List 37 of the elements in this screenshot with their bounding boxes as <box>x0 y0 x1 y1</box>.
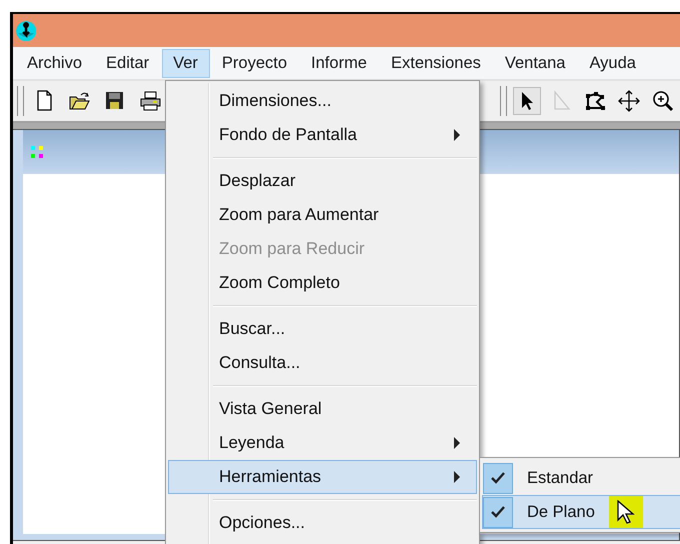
submenu-item[interactable]: De Plano <box>482 495 680 529</box>
submenu-arrow-icon <box>454 129 460 141</box>
move-arrows-icon <box>618 90 640 112</box>
app-logo-icon <box>15 18 37 42</box>
menu-item[interactable]: Opciones... <box>168 506 477 540</box>
checkmark-icon <box>491 472 505 484</box>
mouse-cursor-icon <box>617 500 635 524</box>
menu-item[interactable]: Vista General <box>168 392 477 426</box>
menu-bar-item[interactable]: Extensiones <box>380 48 493 78</box>
toolbar-grip[interactable] <box>500 86 507 116</box>
toolbar-grip[interactable] <box>17 86 24 116</box>
menu-bar-item[interactable]: Informe <box>300 48 379 78</box>
menu-item[interactable]: Desplazar <box>168 164 477 198</box>
menu-item[interactable]: Herramientas <box>168 460 477 494</box>
menu-item[interactable]: Consulta... <box>168 346 477 380</box>
printer-icon <box>139 90 161 112</box>
toolbar-button[interactable] <box>513 87 541 115</box>
menu-item[interactable]: Buscar... <box>168 312 477 346</box>
menu-item[interactable]: Zoom Completo <box>168 266 477 300</box>
submenu-arrow-icon <box>454 471 460 483</box>
menu-bar-item[interactable]: Editar <box>95 48 162 78</box>
checkmark-icon <box>491 506 505 518</box>
menu-bar-item[interactable]: Proyecto <box>210 48 300 78</box>
menu-item[interactable]: Dimensiones... <box>168 84 477 118</box>
submenu-arrow-icon <box>454 437 460 449</box>
color-dots-icon <box>31 146 43 158</box>
menu-bar-item[interactable]: Archivo <box>16 48 94 78</box>
menu-bar-item[interactable]: Ayuda <box>578 48 648 78</box>
menu-bar-item[interactable]: Ver <box>162 48 210 78</box>
polygon-edit-icon <box>584 90 606 112</box>
menu-item[interactable]: Fondo de Pantalla <box>168 118 477 152</box>
submenu-item[interactable]: Estandar <box>482 461 680 495</box>
menu-item[interactable]: Zoom para Aumentar <box>168 198 477 232</box>
menu-item[interactable]: Leyenda <box>168 426 477 460</box>
zoom-in-icon <box>652 90 674 112</box>
menu-bar-item[interactable]: Ventana <box>494 48 578 78</box>
folder-icon <box>69 90 91 112</box>
